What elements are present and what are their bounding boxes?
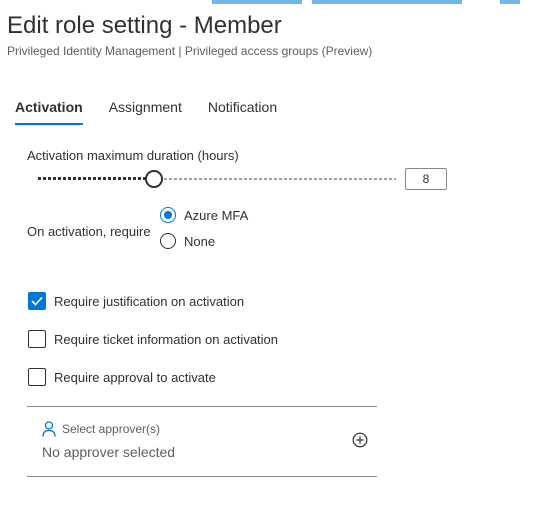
checkbox-require-approval[interactable]: Require approval to activate xyxy=(28,368,216,386)
tab-assignment[interactable]: Assignment xyxy=(109,99,182,125)
slider-track-filled xyxy=(38,177,147,180)
tab-activation[interactable]: Activation xyxy=(15,99,83,125)
checkbox-label: Require approval to activate xyxy=(54,369,216,385)
checkbox-box xyxy=(28,368,46,386)
radio-circle xyxy=(160,233,176,249)
radio-label: Azure MFA xyxy=(184,207,249,223)
radio-none[interactable]: None xyxy=(160,233,215,249)
divider xyxy=(27,406,377,407)
top-link-fragment xyxy=(212,0,302,4)
duration-label: Activation maximum duration (hours) xyxy=(27,148,239,163)
page-subtitle: Privileged Identity Management | Privile… xyxy=(7,44,373,58)
checkmark-icon xyxy=(31,296,43,306)
radio-azure-mfa[interactable]: Azure MFA xyxy=(160,207,248,223)
duration-input[interactable]: 8 xyxy=(405,168,447,190)
page-title: Edit role setting - Member xyxy=(7,12,282,39)
top-link-fragment xyxy=(500,0,520,4)
approver-value: No approver selected xyxy=(42,444,176,460)
approver-field-label: Select approver(s) xyxy=(62,422,161,436)
checkbox-label: Require ticket information on activation xyxy=(54,331,279,347)
divider xyxy=(27,476,377,477)
radio-circle xyxy=(160,207,176,223)
require-label: On activation, require xyxy=(27,224,151,239)
checkbox-box xyxy=(28,292,46,310)
slider-thumb[interactable] xyxy=(145,170,163,188)
tab-bar: Activation Assignment Notification xyxy=(15,99,303,125)
checkbox-label: Require justification on activation xyxy=(54,293,245,309)
tab-notification[interactable]: Notification xyxy=(208,99,277,125)
add-circle-icon[interactable] xyxy=(352,432,368,448)
duration-slider[interactable] xyxy=(38,170,396,188)
radio-label: None xyxy=(184,233,216,249)
checkbox-box xyxy=(28,330,46,348)
slider-track-empty xyxy=(159,178,396,180)
checkbox-require-ticket[interactable]: Require ticket information on activation xyxy=(28,330,278,348)
person-icon xyxy=(42,421,56,437)
top-link-fragment xyxy=(312,0,462,4)
checkbox-require-justification[interactable]: Require justification on activation xyxy=(28,292,244,310)
